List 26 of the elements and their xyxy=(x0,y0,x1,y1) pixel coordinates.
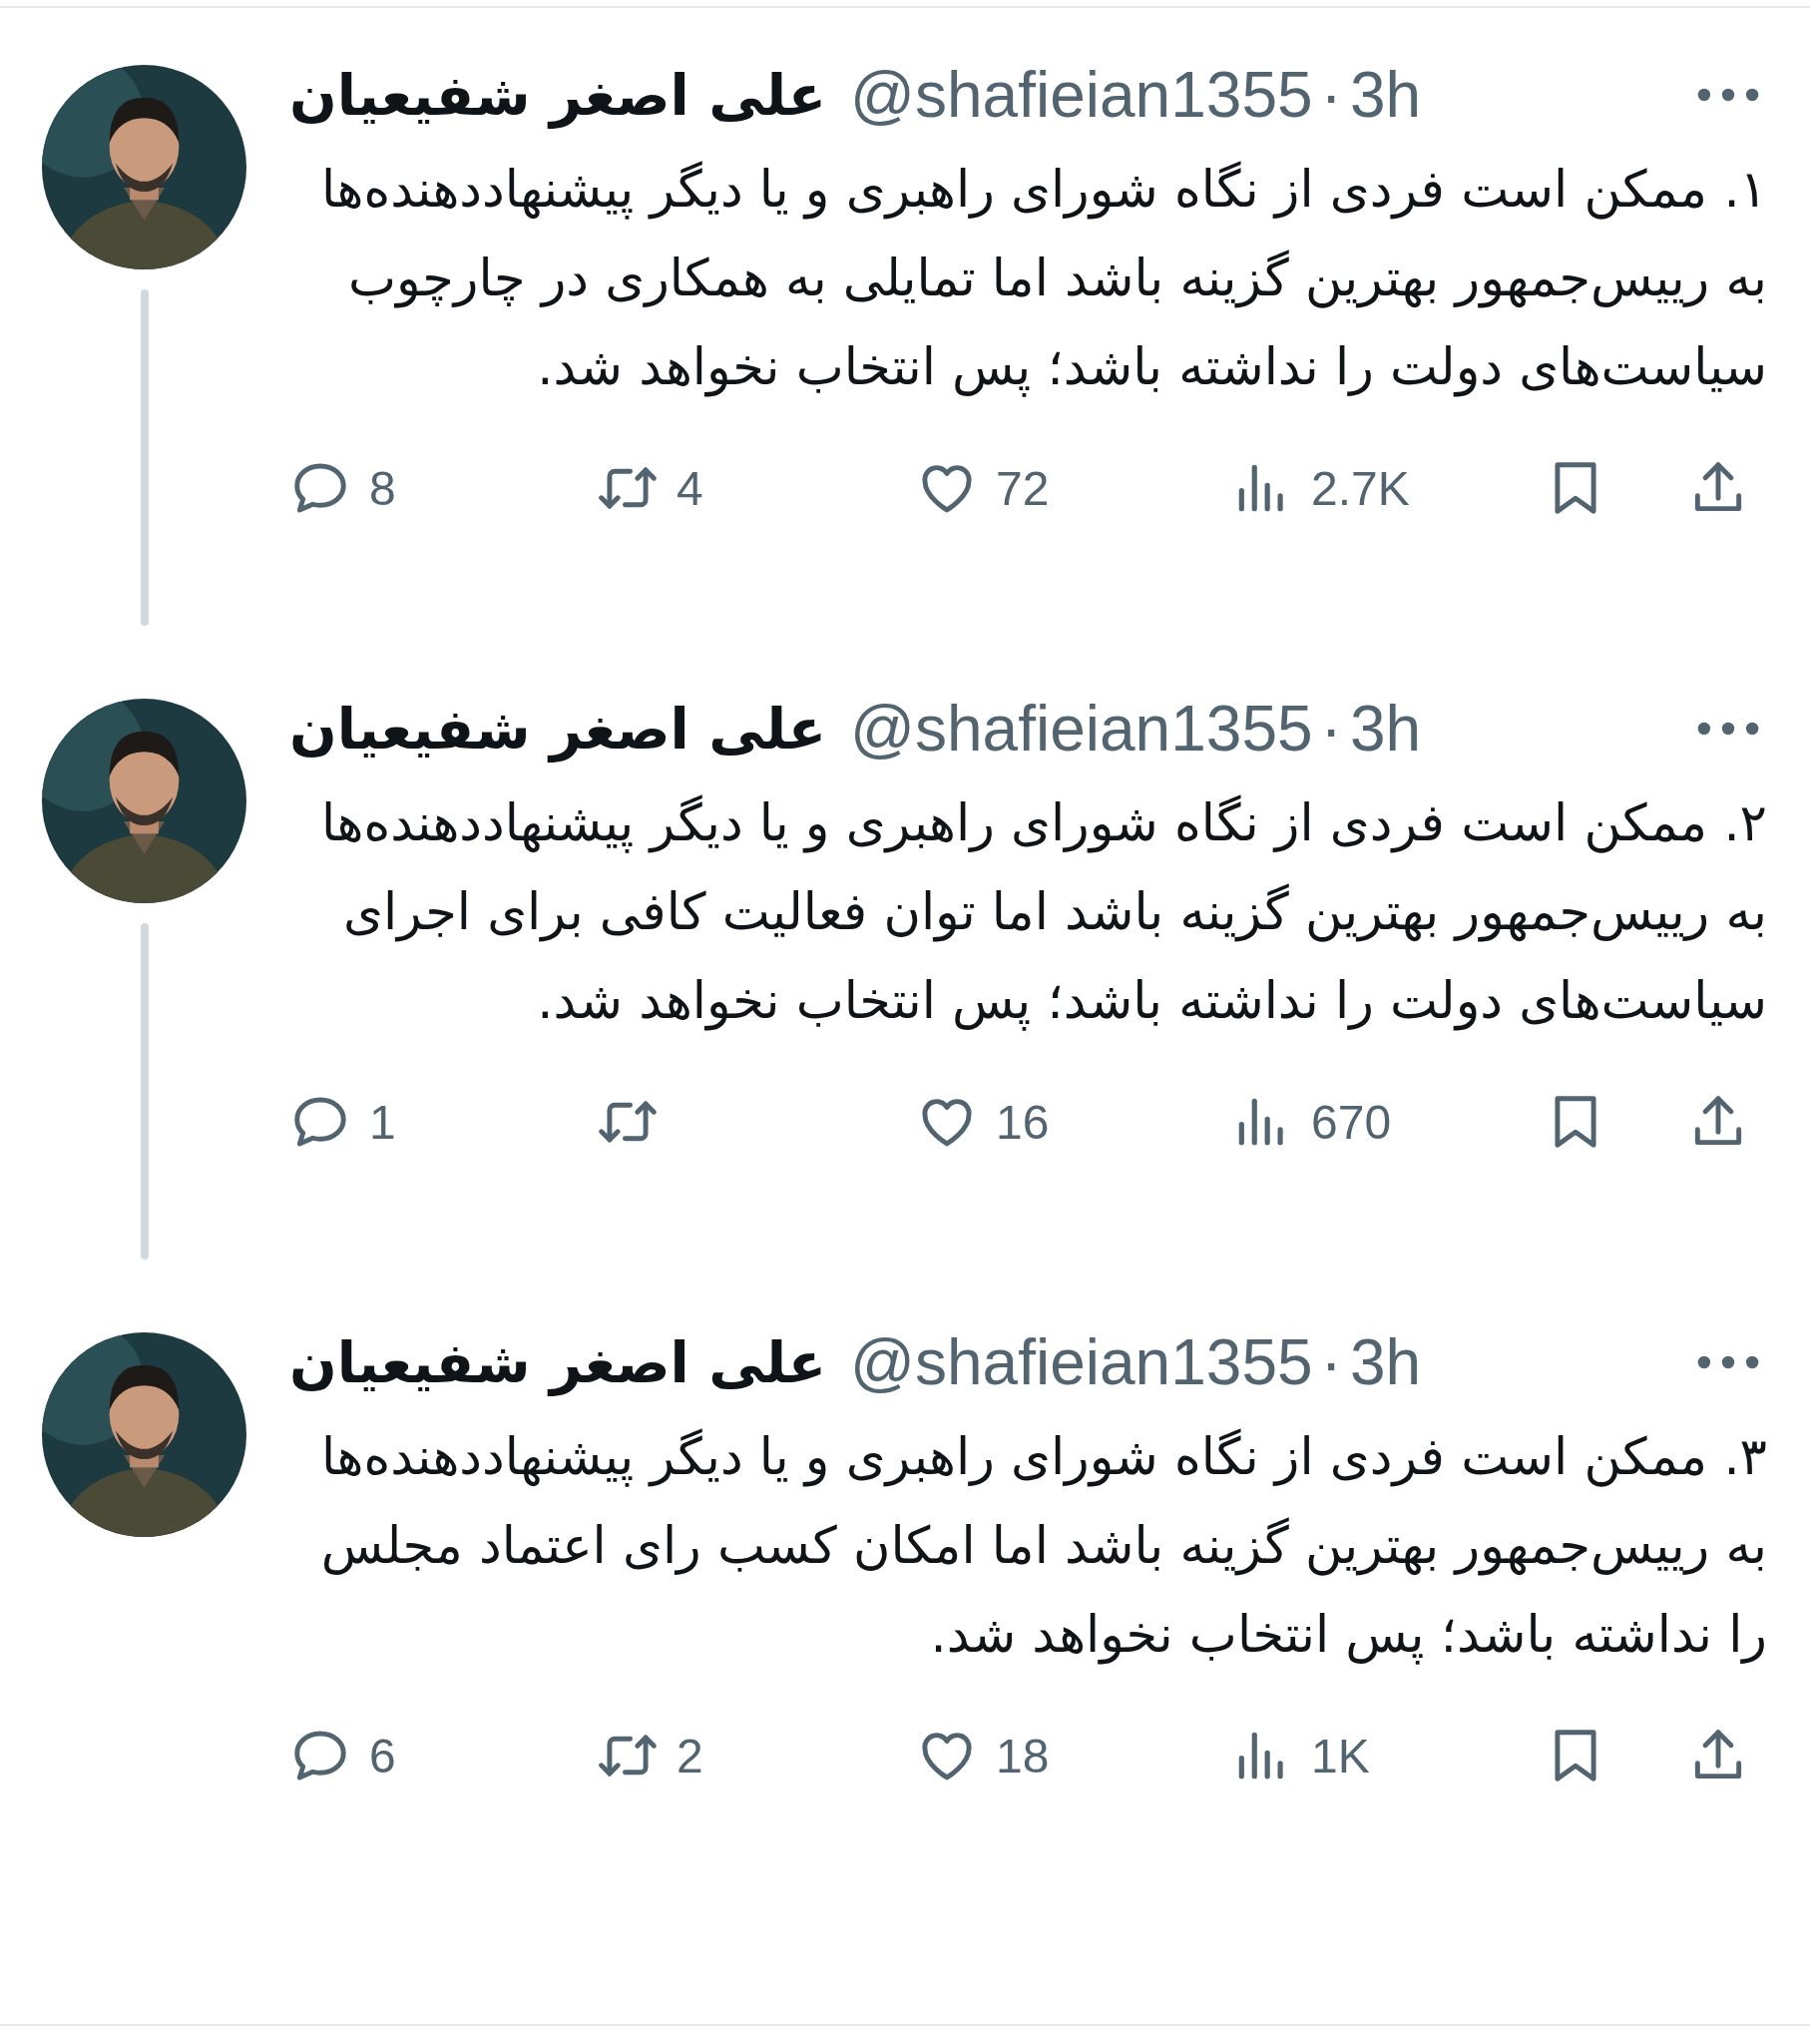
view-count: 670 xyxy=(1311,1094,1392,1150)
reply-count: 1 xyxy=(369,1094,396,1150)
view-count: 2.7K xyxy=(1311,460,1410,516)
like-count: 18 xyxy=(996,1728,1050,1784)
author-name[interactable]: علی اصغر شفیعیان xyxy=(289,1329,827,1395)
like-count: 72 xyxy=(996,460,1050,516)
separator: · xyxy=(1320,1325,1342,1399)
like-count: 16 xyxy=(996,1094,1050,1150)
author-name[interactable]: علی اصغر شفیعیان xyxy=(289,62,827,128)
reply-count: 8 xyxy=(369,460,396,516)
repost-count: 2 xyxy=(677,1728,703,1784)
user-handle[interactable]: @shafieian1355 xyxy=(850,692,1313,766)
separator: · xyxy=(1320,58,1342,132)
tweet-text: ۲. ممکن است فردی از نگاه شورای راهبری و یا دیگر پیشنهاددهنده‌ها به رییس‌جمهور بهترین گزینه باشد اما توان فعالیت کافی برای اجرای سیاست‌های دولت را نداشته باشد؛ پس انتخاب نخواهد شد. xyxy=(320,792,1767,1033)
user-handle[interactable]: @shafieian1355 xyxy=(850,58,1313,132)
timestamp[interactable]: 3h xyxy=(1349,1325,1422,1399)
timestamp[interactable]: 3h xyxy=(1349,58,1422,132)
tweet-text: ۱. ممکن است فردی از نگاه شورای راهبری و یا دیگر پیشنهاددهنده‌ها به رییس‌جمهور بهترین گزینه باشد اما تمایلی به همکاری در چارچوب سیاست‌های دولت را نداشته باشد؛ پس انتخاب نخواهد شد. xyxy=(320,159,1767,399)
user-handle[interactable]: @shafieian1355 xyxy=(850,1325,1313,1399)
repost-count: 4 xyxy=(677,460,703,516)
author-name[interactable]: علی اصغر شفیعیان xyxy=(289,696,827,762)
separator: · xyxy=(1320,692,1342,766)
reply-count: 6 xyxy=(369,1728,396,1784)
timestamp[interactable]: 3h xyxy=(1349,692,1422,766)
view-count: 1K xyxy=(1311,1728,1370,1784)
tweet-text: ۳. ممکن است فردی از نگاه شورای راهبری و یا دیگر پیشنهاددهنده‌ها به رییس‌جمهور بهترین گزینه باشد اما امکان کسب رای اعتماد مجلس را نداشته باشد؛ پس انتخاب نخواهد شد. xyxy=(319,1426,1767,1667)
